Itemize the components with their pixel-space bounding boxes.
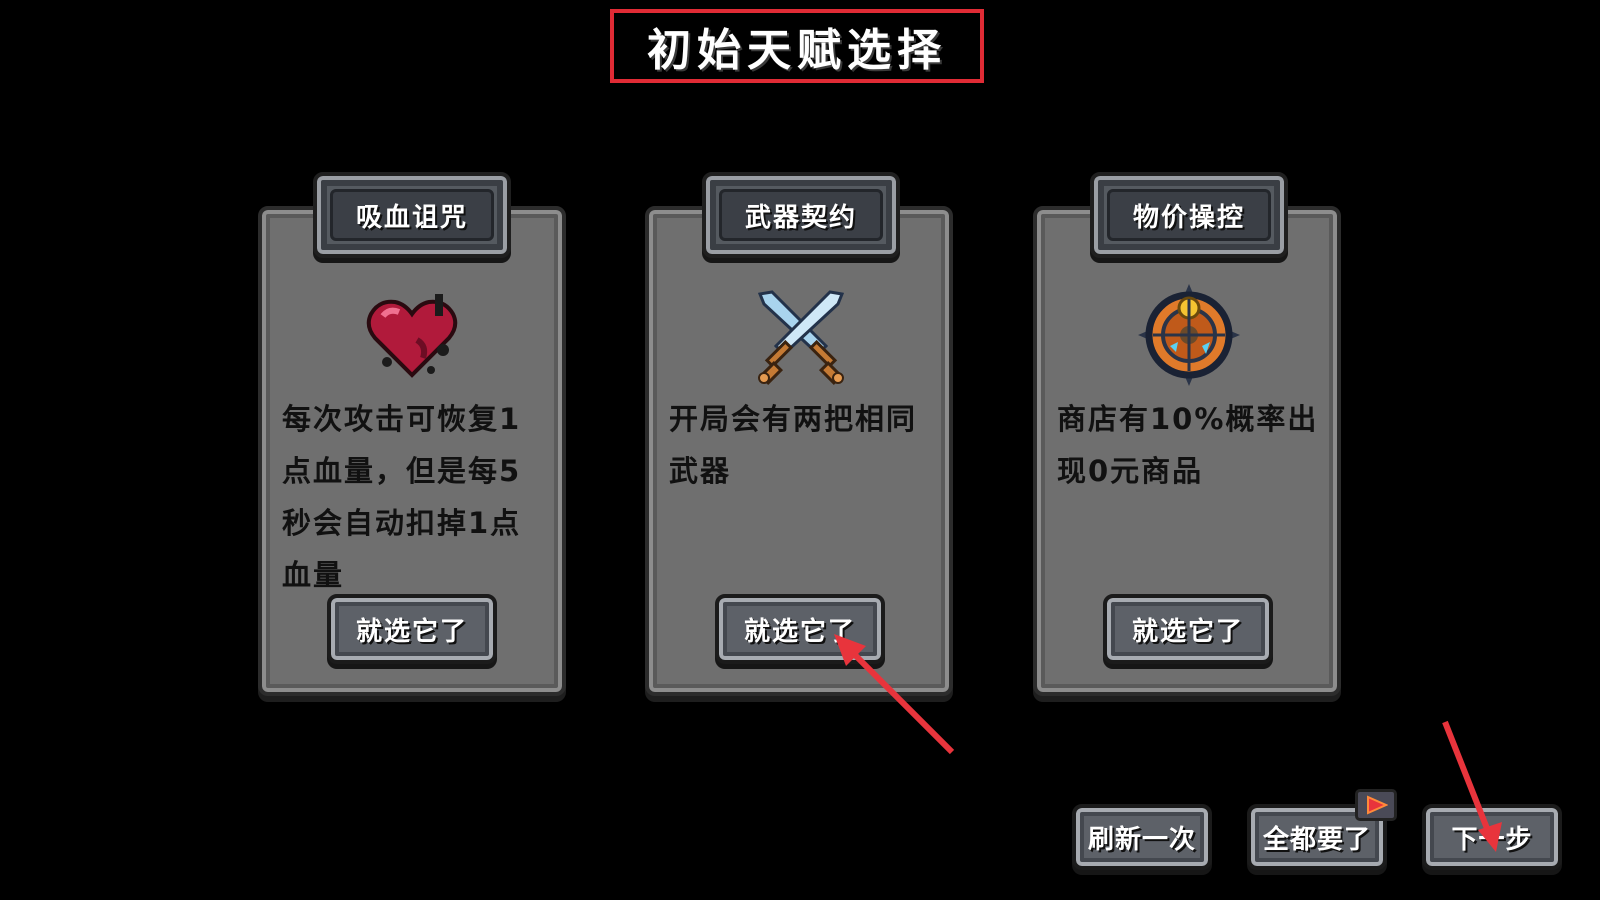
talent-card-1-name: 吸血诅咒 — [355, 202, 468, 233]
talent-card-3-description: 商店有10%概率出现0元商品 — [1057, 402, 1319, 488]
compass-emblem-icon — [1134, 280, 1244, 390]
select-talent-2-button[interactable]: 就选它了 — [715, 594, 885, 664]
take-all-label: 全都要了 — [1262, 824, 1371, 855]
talent-card-3-header: 物价操控 — [1090, 172, 1288, 258]
talent-card-2-description: 开局会有两把相同武器 — [669, 402, 918, 488]
talent-card-3-name: 物价操控 — [1132, 202, 1245, 233]
refresh-label: 刷新一次 — [1087, 824, 1196, 855]
play-video-icon — [1355, 789, 1397, 821]
next-step-button[interactable]: 下一步 — [1422, 804, 1562, 870]
talent-card-2-header: 武器契约 — [702, 172, 900, 258]
select-talent-1-label: 就选它了 — [355, 616, 468, 647]
crossed-swords-icon — [746, 280, 856, 390]
talent-card-2-name: 武器契约 — [744, 202, 857, 233]
select-talent-3-button[interactable]: 就选它了 — [1103, 594, 1273, 664]
page-title: 初始天赋选择 — [647, 25, 947, 76]
bleeding-heart-icon — [357, 280, 467, 390]
select-talent-1-button[interactable]: 就选它了 — [327, 594, 497, 664]
select-talent-2-label: 就选它了 — [743, 616, 856, 647]
next-step-label: 下一步 — [1451, 824, 1533, 855]
select-talent-3-label: 就选它了 — [1131, 616, 1244, 647]
talent-card-1-header: 吸血诅咒 — [313, 172, 511, 258]
talent-card-1-description: 每次攻击可恢复1点血量，但是每5秒会自动扣掉1点血量 — [282, 402, 522, 592]
title-highlight-box: 初始天赋选择 — [610, 9, 984, 83]
refresh-button[interactable]: 刷新一次 — [1072, 804, 1212, 870]
